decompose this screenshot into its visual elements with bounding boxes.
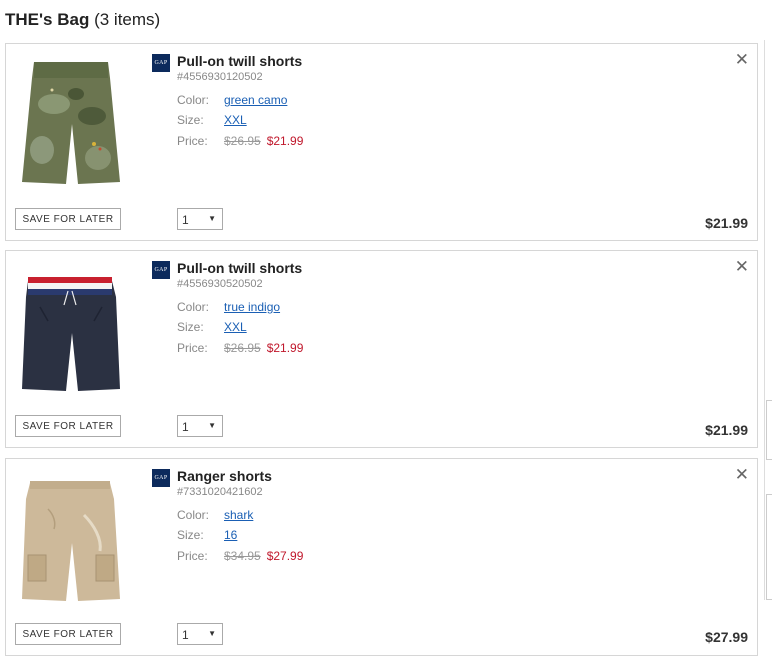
color-link[interactable]: shark [224,508,253,522]
price-row: Price: $26.95 $21.99 [177,341,303,355]
color-row: Color: green camo [177,93,287,107]
original-price: $26.95 [224,134,261,148]
color-link[interactable]: true indigo [224,300,280,314]
item-total: $21.99 [705,422,748,438]
size-row: Size: XXL [177,113,247,127]
close-icon[interactable]: ✕ [735,465,749,485]
bag-title: THE's Bag (3 items) [5,10,160,30]
bag-title-text: THE's Bag [5,10,90,29]
quantity-value: 1 [182,628,189,642]
original-price: $26.95 [224,341,261,355]
product-sku: #7331020421602 [177,486,263,498]
product-image[interactable] [18,469,124,609]
quantity-value: 1 [182,420,189,434]
color-row: Color: true indigo [177,300,280,314]
color-label: Color: [177,508,210,522]
size-link[interactable]: XXL [224,320,247,334]
sidebar-panel-edge[interactable] [766,400,772,460]
product-sku: #4556930520502 [177,278,263,290]
item-total: $21.99 [705,215,748,231]
product-name[interactable]: Pull-on twill shorts [177,260,302,276]
sale-price: $21.99 [266,341,304,355]
quantity-select[interactable]: 1 ▼ [177,415,223,437]
size-row: Size: XXL [177,320,247,334]
quantity-select[interactable]: 1 ▼ [177,623,223,645]
product-sku: #4556930120502 [177,71,263,83]
size-link[interactable]: XXL [224,113,247,127]
save-for-later-button[interactable]: SAVE FOR LATER [15,415,121,437]
price-row: Price: $26.95 $21.99 [177,134,303,148]
chevron-down-icon: ▼ [208,214,216,223]
bag-item: SAVE FOR LATER GAP Ranger shorts #733102… [5,458,758,656]
close-icon[interactable]: ✕ [735,257,749,277]
size-label: Size: [177,320,204,334]
product-name[interactable]: Pull-on twill shorts [177,53,302,69]
quantity-select[interactable]: 1 ▼ [177,208,223,230]
brand-logo: GAP [152,261,170,279]
item-total: $27.99 [705,629,748,645]
color-label: Color: [177,300,210,314]
price-row: Price: $34.95 $27.99 [177,549,303,563]
price-label: Price: [177,549,208,563]
quantity-value: 1 [182,213,189,227]
size-row: Size: 16 [177,528,237,542]
size-label: Size: [177,113,204,127]
bag-item: SAVE FOR LATER GAP Pull-on twill shorts … [5,43,758,241]
sidebar-panel-edge[interactable] [766,494,772,600]
chevron-down-icon: ▼ [208,421,216,430]
chevron-down-icon: ▼ [208,629,216,638]
save-for-later-button[interactable]: SAVE FOR LATER [15,623,121,645]
color-link[interactable]: green camo [224,93,287,107]
color-label: Color: [177,93,210,107]
price-label: Price: [177,341,208,355]
color-row: Color: shark [177,508,253,522]
size-link[interactable]: 16 [224,528,237,542]
sale-price: $27.99 [266,549,304,563]
product-image[interactable] [18,54,124,194]
original-price: $34.95 [224,549,261,563]
size-label: Size: [177,528,204,542]
sale-price: $21.99 [266,134,304,148]
bag-item: SAVE FOR LATER GAP Pull-on twill shorts … [5,250,758,448]
bag-item-count: (3 items) [94,10,161,29]
price-label: Price: [177,134,208,148]
close-icon[interactable]: ✕ [735,50,749,70]
sidebar-divider [764,40,765,600]
product-image[interactable] [18,261,124,401]
brand-logo: GAP [152,469,170,487]
product-name[interactable]: Ranger shorts [177,468,272,484]
save-for-later-button[interactable]: SAVE FOR LATER [15,208,121,230]
brand-logo: GAP [152,54,170,72]
